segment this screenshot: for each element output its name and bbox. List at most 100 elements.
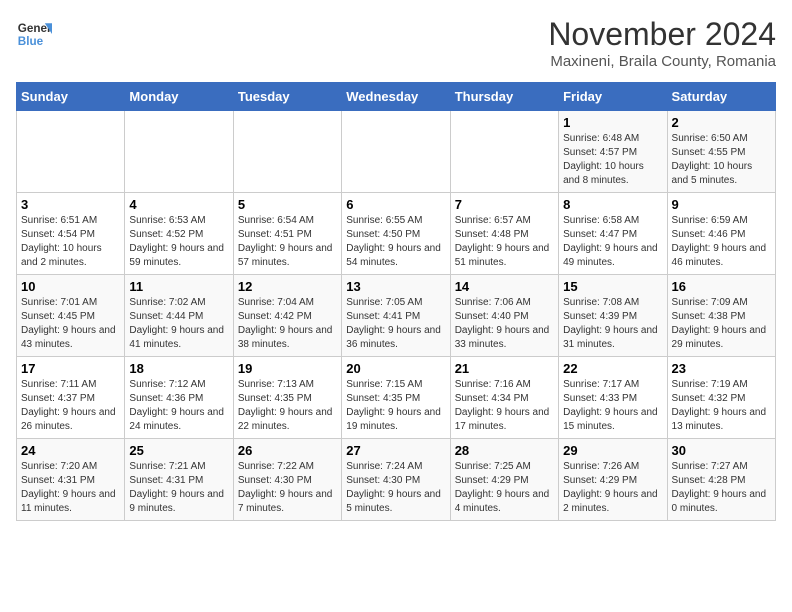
week-row-5: 24 Sunrise: 7:20 AM Sunset: 4:31 PM Dayli…	[17, 439, 776, 521]
day-number: 29	[563, 443, 662, 458]
day-number: 21	[455, 361, 554, 376]
day-info: Sunrise: 7:24 AM Sunset: 4:30 PM Dayligh…	[346, 460, 445, 516]
day-number: 26	[238, 443, 337, 458]
day-cell: 26 Sunrise: 7:22 AM Sunset: 4:30 PM Dayli…	[233, 439, 341, 521]
day-cell: 4 Sunrise: 6:53 AM Sunset: 4:52 PM Daylig…	[125, 193, 233, 275]
day-cell: 28 Sunrise: 7:25 AM Sunset: 4:29 PM Dayli…	[450, 439, 558, 521]
day-cell: 2 Sunrise: 6:50 AM Sunset: 4:55 PM Daylig…	[667, 111, 775, 193]
day-cell: 5 Sunrise: 6:54 AM Sunset: 4:51 PM Daylig…	[233, 193, 341, 275]
day-number: 1	[563, 115, 662, 130]
header-cell-friday: Friday	[559, 83, 667, 111]
day-number: 28	[455, 443, 554, 458]
day-info: Sunrise: 7:11 AM Sunset: 4:37 PM Dayligh…	[21, 378, 120, 434]
day-number: 20	[346, 361, 445, 376]
day-number: 18	[129, 361, 228, 376]
day-number: 13	[346, 279, 445, 294]
day-cell: 9Sunrise: 6:59 AM Sunset: 4:46 PM Daylig…	[667, 193, 775, 275]
svg-text:Blue: Blue	[18, 35, 44, 48]
day-cell: 18 Sunrise: 7:12 AM Sunset: 4:36 PM Dayli…	[125, 357, 233, 439]
day-number: 7	[455, 197, 554, 212]
day-cell: 11 Sunrise: 7:02 AM Sunset: 4:44 PM Dayli…	[125, 275, 233, 357]
day-info: Sunrise: 7:12 AM Sunset: 4:36 PM Dayligh…	[129, 378, 228, 434]
day-info: Sunrise: 6:57 AM Sunset: 4:48 PM Dayligh…	[455, 214, 554, 270]
day-number: 3	[21, 197, 120, 212]
header: General Blue November 2024 Maxineni, Bra…	[16, 16, 776, 70]
day-number: 14	[455, 279, 554, 294]
day-info: Sunrise: 7:13 AM Sunset: 4:35 PM Dayligh…	[238, 378, 337, 434]
day-cell: 16 Sunrise: 7:09 AM Sunset: 4:38 PM Dayli…	[667, 275, 775, 357]
day-cell: 14 Sunrise: 7:06 AM Sunset: 4:40 PM Dayli…	[450, 275, 558, 357]
day-cell: 29 Sunrise: 7:26 AM Sunset: 4:29 PM Dayli…	[559, 439, 667, 521]
day-cell	[17, 111, 125, 193]
day-number: 16	[672, 279, 771, 294]
day-cell: 22Sunrise: 7:17 AM Sunset: 4:33 PM Dayli…	[559, 357, 667, 439]
day-info: Sunrise: 6:53 AM Sunset: 4:52 PM Dayligh…	[129, 214, 228, 270]
day-number: 19	[238, 361, 337, 376]
day-cell: 10Sunrise: 7:01 AM Sunset: 4:45 PM Dayli…	[17, 275, 125, 357]
day-number: 27	[346, 443, 445, 458]
day-cell	[125, 111, 233, 193]
day-number: 23	[672, 361, 771, 376]
day-info: Sunrise: 7:17 AM Sunset: 4:33 PM Dayligh…	[563, 378, 662, 434]
day-number: 24	[21, 443, 120, 458]
day-number: 4	[129, 197, 228, 212]
day-info: Sunrise: 7:06 AM Sunset: 4:40 PM Dayligh…	[455, 296, 554, 352]
day-cell: 25 Sunrise: 7:21 AM Sunset: 4:31 PM Dayli…	[125, 439, 233, 521]
day-info: Sunrise: 7:22 AM Sunset: 4:30 PM Dayligh…	[238, 460, 337, 516]
day-cell: 13 Sunrise: 7:05 AM Sunset: 4:41 PM Dayli…	[342, 275, 450, 357]
day-cell: 12 Sunrise: 7:04 AM Sunset: 4:42 PM Dayli…	[233, 275, 341, 357]
day-cell: 6 Sunrise: 6:55 AM Sunset: 4:50 PM Daylig…	[342, 193, 450, 275]
day-cell	[342, 111, 450, 193]
day-info: Sunrise: 7:20 AM Sunset: 4:31 PM Dayligh…	[21, 460, 120, 516]
logo-icon: General Blue	[16, 16, 52, 52]
day-cell: 17 Sunrise: 7:11 AM Sunset: 4:37 PM Dayli…	[17, 357, 125, 439]
day-cell: 30Sunrise: 7:27 AM Sunset: 4:28 PM Dayli…	[667, 439, 775, 521]
day-cell: 8Sunrise: 6:58 AM Sunset: 4:47 PM Daylig…	[559, 193, 667, 275]
day-number: 2	[672, 115, 771, 130]
main-title: November 2024	[548, 16, 776, 53]
header-cell-wednesday: Wednesday	[342, 83, 450, 111]
day-info: Sunrise: 6:58 AM Sunset: 4:47 PM Dayligh…	[563, 214, 662, 270]
subtitle: Maxineni, Braila County, Romania	[548, 53, 776, 70]
week-row-4: 17 Sunrise: 7:11 AM Sunset: 4:37 PM Dayli…	[17, 357, 776, 439]
header-cell-sunday: Sunday	[17, 83, 125, 111]
logo: General Blue	[16, 16, 52, 52]
day-number: 11	[129, 279, 228, 294]
day-cell: 20Sunrise: 7:15 AM Sunset: 4:35 PM Dayli…	[342, 357, 450, 439]
day-cell: 19 Sunrise: 7:13 AM Sunset: 4:35 PM Dayli…	[233, 357, 341, 439]
day-info: Sunrise: 6:50 AM Sunset: 4:55 PM Dayligh…	[672, 132, 771, 188]
day-info: Sunrise: 6:48 AM Sunset: 4:57 PM Dayligh…	[563, 132, 662, 188]
week-row-3: 10Sunrise: 7:01 AM Sunset: 4:45 PM Dayli…	[17, 275, 776, 357]
day-cell: 21Sunrise: 7:16 AM Sunset: 4:34 PM Dayli…	[450, 357, 558, 439]
day-info: Sunrise: 6:54 AM Sunset: 4:51 PM Dayligh…	[238, 214, 337, 270]
day-number: 5	[238, 197, 337, 212]
day-info: Sunrise: 7:26 AM Sunset: 4:29 PM Dayligh…	[563, 460, 662, 516]
day-cell: 7 Sunrise: 6:57 AM Sunset: 4:48 PM Daylig…	[450, 193, 558, 275]
day-number: 12	[238, 279, 337, 294]
header-cell-tuesday: Tuesday	[233, 83, 341, 111]
day-info: Sunrise: 6:59 AM Sunset: 4:46 PM Dayligh…	[672, 214, 771, 270]
header-cell-thursday: Thursday	[450, 83, 558, 111]
day-info: Sunrise: 7:02 AM Sunset: 4:44 PM Dayligh…	[129, 296, 228, 352]
day-info: Sunrise: 7:19 AM Sunset: 4:32 PM Dayligh…	[672, 378, 771, 434]
header-cell-saturday: Saturday	[667, 83, 775, 111]
header-cell-monday: Monday	[125, 83, 233, 111]
day-info: Sunrise: 7:21 AM Sunset: 4:31 PM Dayligh…	[129, 460, 228, 516]
day-info: Sunrise: 7:04 AM Sunset: 4:42 PM Dayligh…	[238, 296, 337, 352]
header-row: SundayMondayTuesdayWednesdayThursdayFrid…	[17, 83, 776, 111]
day-number: 17	[21, 361, 120, 376]
day-info: Sunrise: 7:09 AM Sunset: 4:38 PM Dayligh…	[672, 296, 771, 352]
day-info: Sunrise: 7:05 AM Sunset: 4:41 PM Dayligh…	[346, 296, 445, 352]
calendar-table: SundayMondayTuesdayWednesdayThursdayFrid…	[16, 82, 776, 521]
day-cell: 3 Sunrise: 6:51 AM Sunset: 4:54 PM Daylig…	[17, 193, 125, 275]
day-cell: 27 Sunrise: 7:24 AM Sunset: 4:30 PM Dayli…	[342, 439, 450, 521]
day-info: Sunrise: 6:51 AM Sunset: 4:54 PM Dayligh…	[21, 214, 120, 270]
day-number: 30	[672, 443, 771, 458]
day-number: 25	[129, 443, 228, 458]
day-cell: 23 Sunrise: 7:19 AM Sunset: 4:32 PM Dayli…	[667, 357, 775, 439]
title-area: November 2024 Maxineni, Braila County, R…	[548, 16, 776, 70]
week-row-2: 3 Sunrise: 6:51 AM Sunset: 4:54 PM Daylig…	[17, 193, 776, 275]
day-info: Sunrise: 7:25 AM Sunset: 4:29 PM Dayligh…	[455, 460, 554, 516]
day-number: 6	[346, 197, 445, 212]
day-info: Sunrise: 6:55 AM Sunset: 4:50 PM Dayligh…	[346, 214, 445, 270]
